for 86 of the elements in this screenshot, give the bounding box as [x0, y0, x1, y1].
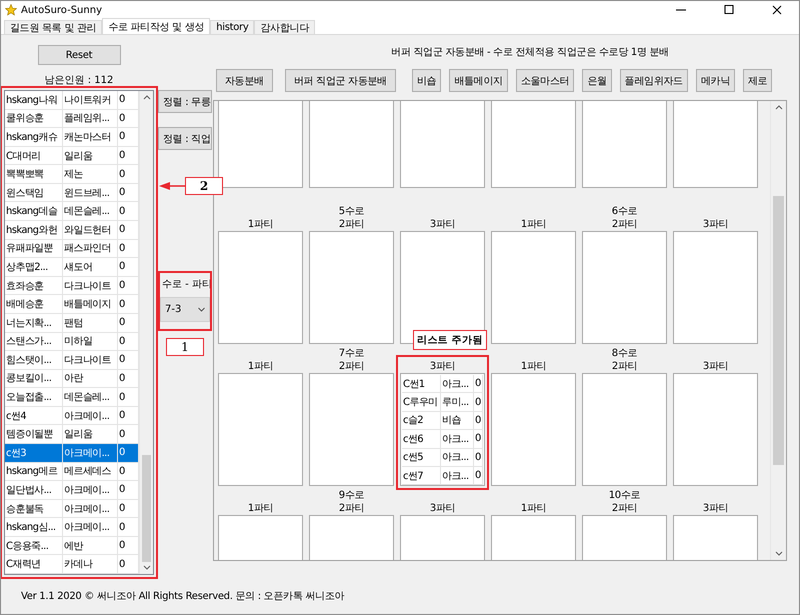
party-member-row[interactable]: C썬1 아크... 0: [402, 375, 483, 394]
member-row[interactable]: hskang데슬 데몬슬레... 0: [5, 202, 139, 222]
member-row[interactable]: 쿨위승훈 플레임위... 0: [5, 110, 139, 128]
party-label: 2파티: [612, 360, 638, 373]
sort-button[interactable]: 정렬 : 직업: [158, 127, 212, 150]
member-row[interactable]: C재력년 카데나 0: [5, 555, 139, 574]
window-title: AutoSuro-Sunny: [21, 4, 103, 16]
route-title: 5수로: [338, 205, 364, 217]
member-row[interactable]: 배메승훈 배틀메이지 0: [5, 295, 139, 314]
reset-button[interactable]: Reset: [38, 45, 120, 65]
tab[interactable]: history: [210, 20, 254, 34]
class-button[interactable]: 소울마스터: [516, 69, 574, 92]
member-row[interactable]: 오늘접출... 데몬슬레... 0: [5, 388, 139, 407]
member-row[interactable]: c썬3 아크메이... 0: [5, 444, 139, 463]
class-button[interactable]: 플레임위자드: [620, 69, 688, 92]
party-label: 2파티: [612, 502, 638, 515]
party-member-row[interactable]: c썬7 아크... 0: [402, 466, 483, 486]
route-title: 9수로: [338, 489, 364, 501]
class-button[interactable]: 비숍: [412, 69, 442, 92]
member-row[interactable]: 윈스택임 윈드브레... 0: [5, 184, 139, 202]
tab[interactable]: 길드원 목록 및 관리: [4, 20, 102, 34]
member-row[interactable]: 유패파일뿐 패스파인더 0: [5, 240, 139, 258]
party-label: 3파티: [430, 360, 456, 373]
tab[interactable]: 감사합니다: [254, 20, 315, 34]
member-name: c썬7: [402, 466, 441, 486]
member-row[interactable]: C대머리 일리움 0: [5, 146, 139, 166]
party-label: 2파티: [338, 360, 364, 373]
member-row[interactable]: 뽁뽁뽀뽁 제논 0: [5, 165, 139, 184]
member-row[interactable]: hskang캐슈 캐논마스터 0: [5, 128, 139, 147]
route-title: 8수로: [612, 347, 638, 359]
member-row[interactable]: 스탠스가... 미하일 0: [5, 332, 139, 352]
member-job: 아크...: [441, 466, 474, 486]
member-row[interactable]: 힘스탯이... 다크나이트 0: [5, 351, 139, 370]
party-label: 2파티: [338, 218, 364, 231]
party-label: 3파티: [702, 218, 728, 231]
member-row[interactable]: 콩보킬이... 아란 0: [5, 370, 139, 388]
class-button[interactable]: 배틀메이지: [449, 69, 508, 92]
party-member-row[interactable]: C루우미 루미... 0: [402, 393, 483, 412]
member-name: C재력년: [5, 555, 63, 574]
party-label: 3파티: [702, 360, 728, 373]
remaining-count: 남은인원 : 112: [44, 74, 114, 86]
member-row[interactable]: C응용죽... 에반 0: [5, 536, 139, 556]
party-label: 3파티: [702, 502, 728, 515]
tab[interactable]: 수로 파티작성 및 생성: [102, 18, 210, 34]
member-row[interactable]: 승훈불독 아크메이... 0: [5, 500, 139, 518]
party-member-row[interactable]: c슬2 비숍 0: [402, 412, 483, 430]
route-title: 6수로: [612, 205, 638, 217]
party-label: 1파티: [248, 218, 274, 231]
member-row[interactable]: hskang심... 아크메이... 0: [5, 518, 139, 537]
route-title: 10수로: [608, 489, 640, 501]
member-row[interactable]: 너는지확... 팬텀 0: [5, 314, 139, 333]
member-row[interactable]: c썬4 아크메이... 0: [5, 406, 139, 426]
annotation-label: 1: [166, 338, 204, 356]
party-member-row[interactable]: c썬6 아크... 0: [402, 430, 483, 449]
auto-assign-button[interactable]: 자동분배: [216, 69, 273, 92]
member-job: 카데나: [63, 555, 118, 574]
class-button[interactable]: 은월: [582, 69, 612, 92]
party-label: 1파티: [520, 502, 546, 515]
party-label: 1파티: [248, 360, 274, 373]
footer-text: Ver 1.1 2020 © 써니조아 All Rights Reserved. 문의 : 오픈카톡 써니조아: [21, 590, 344, 603]
party-label: 1파티: [520, 360, 546, 373]
sort-button[interactable]: 정렬 : 무릉: [158, 90, 212, 113]
class-button[interactable]: 제로: [743, 69, 772, 92]
party-label: 3파티: [430, 218, 456, 231]
member-row[interactable]: 상추맵2... 섀도어 0: [5, 258, 139, 277]
member-row[interactable]: 효좌승훈 다크나이트 0: [5, 276, 139, 296]
party-label: 1파티: [520, 218, 546, 231]
member-row[interactable]: hskang와헌 와일드헌터 0: [5, 221, 139, 240]
route-title: 7수로: [338, 347, 364, 359]
auto-assign-button[interactable]: 버퍼 직업군 자동분배: [284, 69, 396, 92]
party-label: 2파티: [612, 218, 638, 231]
party-label: 2파티: [338, 502, 364, 515]
member-row[interactable]: 일단법사... 아크메이... 0: [5, 481, 139, 500]
notice-text: 버퍼 직업군 자동분배 - 수로 전체적용 직업군은 수로당 1명 분배: [390, 46, 670, 58]
annotation-tooltip: 리스트 주가됨: [413, 330, 487, 350]
party-label: 1파티: [248, 502, 274, 515]
party-label: 3파티: [430, 502, 456, 515]
route-party-select[interactable]: 7-3: [160, 297, 210, 322]
member-count: 0: [474, 466, 483, 486]
member-row[interactable]: hskang메르 메르세데스 0: [5, 462, 139, 482]
party-list-box[interactable]: C썬1 아크... 0 C루우미 루미... 0 c슬2 비숍 0 c썬6 아크... 0 c썬5 아크... 0 c썬7 아크... 0: [400, 373, 485, 486]
class-button[interactable]: 메카닉: [696, 69, 736, 92]
annotation-label: 2: [185, 177, 223, 195]
member-row[interactable]: 템증이될뿐 일리움 0: [5, 425, 139, 444]
party-member-row[interactable]: c썬5 아크... 0: [402, 448, 483, 467]
member-row[interactable]: hskang나워 나이트워커 0: [5, 91, 139, 110]
